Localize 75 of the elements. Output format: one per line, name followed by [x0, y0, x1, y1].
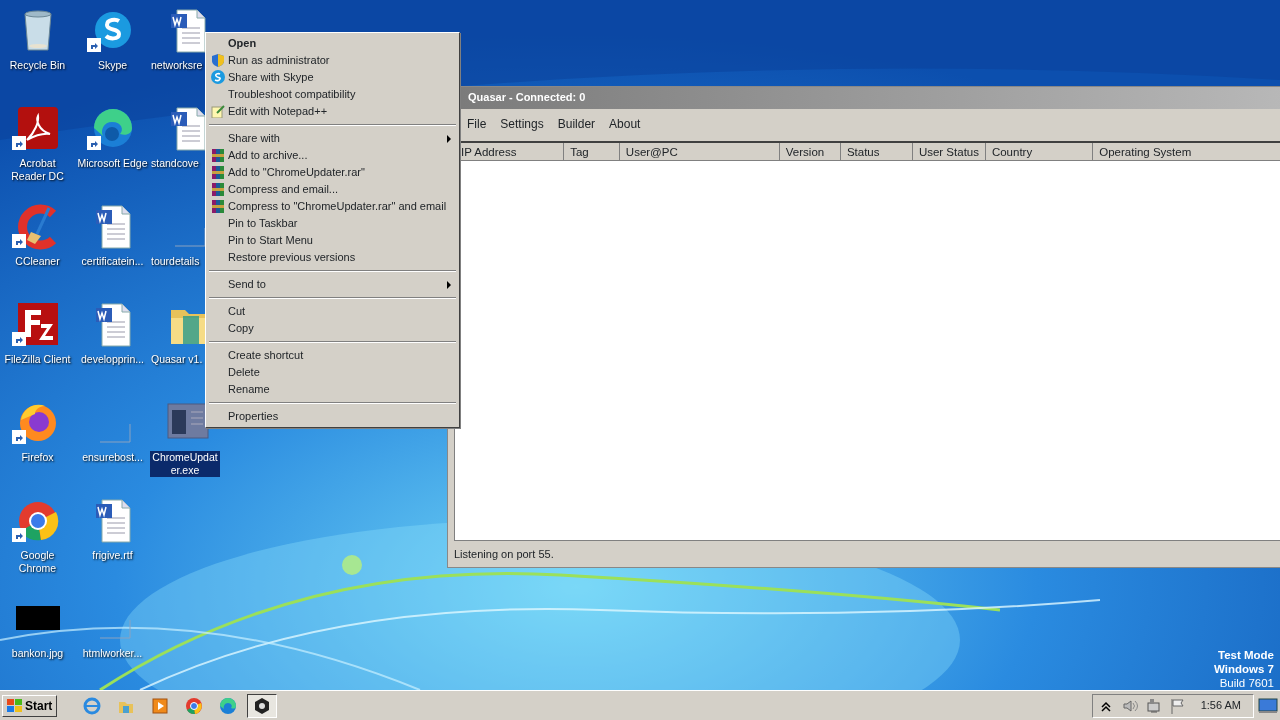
submenu-arrow-icon	[447, 135, 451, 143]
show-desktop-icon[interactable]	[1258, 697, 1278, 714]
menu-item[interactable]: Troubleshoot compatibility	[208, 86, 457, 103]
menu-item[interactable]: Copy	[208, 320, 457, 337]
icon-label[interactable]: bankon.jpg	[10, 647, 65, 660]
menu-bar-item[interactable]: About	[602, 113, 648, 135]
column-header[interactable]: Country	[985, 143, 1094, 161]
menu-item[interactable]: Edit with Notepad++	[208, 103, 457, 120]
menu-item[interactable]: Properties	[208, 408, 457, 425]
icon-label[interactable]: Google Chrome	[0, 549, 75, 575]
column-header[interactable]: Version	[779, 143, 841, 161]
menu-bar-item[interactable]: File	[460, 113, 494, 135]
menu-item[interactable]: Create shortcut	[208, 347, 457, 364]
books-icon	[211, 148, 225, 162]
icon-label[interactable]: Recycle Bin	[8, 59, 67, 72]
menu-bar-item[interactable]: Settings	[493, 113, 551, 135]
shield-icon	[211, 53, 225, 67]
hexagon-app-icon	[253, 696, 272, 715]
books-icon	[211, 182, 225, 196]
menu-item[interactable]: Share with	[208, 130, 457, 147]
icon-label[interactable]: frigive.rtf	[91, 549, 134, 562]
menu-item[interactable]: Compress and email...	[208, 181, 457, 198]
icon-label[interactable]: Microsoft Edge	[76, 157, 149, 170]
icon-label[interactable]: htmlworker...	[81, 647, 144, 660]
icon-label[interactable]: Skype	[96, 59, 129, 72]
os-info-text: Build 7601	[1218, 676, 1274, 690]
icon-label[interactable]: Quasar v1.	[150, 353, 204, 366]
icon-label[interactable]: Acrobat Reader DC	[0, 157, 75, 183]
icon-label[interactable]: developprin...	[79, 353, 145, 366]
start-button[interactable]: Start	[2, 694, 58, 717]
clock[interactable]: 1:56 AM	[1192, 697, 1249, 714]
flag-icon[interactable]	[1168, 697, 1187, 714]
menu-bar-item[interactable]: Builder	[550, 113, 603, 135]
column-header[interactable]: Operating System	[1093, 143, 1280, 161]
taskbar-button[interactable]	[247, 693, 278, 718]
column-header[interactable]: User Status	[912, 143, 986, 161]
notepad-icon	[211, 104, 225, 118]
menu-item[interactable]: Compress to "ChromeUpdater.rar" and email	[208, 198, 457, 215]
menu-item[interactable]: Add to "ChromeUpdater.rar"	[208, 164, 457, 181]
os-info-text: Windows 7	[1214, 662, 1274, 676]
status-text: Listening on port 55.	[453, 547, 555, 562]
menu-item[interactable]: Send to	[208, 276, 457, 293]
menu-item[interactable]: Delete	[208, 364, 457, 381]
books-icon	[211, 165, 225, 179]
submenu-arrow-icon	[447, 281, 451, 289]
icon-label[interactable]: certificatein...	[80, 255, 145, 268]
books-icon	[211, 199, 225, 213]
browser-icon	[185, 696, 204, 715]
column-header[interactable]: User@PC	[619, 143, 780, 161]
browser-icon	[219, 696, 238, 715]
menu-item[interactable]: Rename	[208, 381, 457, 398]
menu-item[interactable]: Cut	[208, 303, 457, 320]
icon-label[interactable]: ChromeUpdater.exe	[150, 451, 220, 477]
menu-item[interactable]: Share with Skype	[208, 69, 457, 86]
menu-item[interactable]: Restore previous versions	[208, 249, 457, 266]
network-icon[interactable]	[1144, 697, 1163, 714]
icon-label[interactable]: standcove	[150, 157, 200, 170]
column-header[interactable]: Status	[840, 143, 913, 161]
icon-label[interactable]: FileZilla Client	[3, 353, 72, 366]
media-player-icon	[151, 696, 170, 715]
icon-label[interactable]: tourdetails	[150, 255, 201, 268]
menu-item[interactable]: Open	[208, 35, 457, 52]
menu-item[interactable]: Add to archive...	[208, 147, 457, 164]
icon-label[interactable]: ensurebost...	[81, 451, 144, 464]
menu-item[interactable]: Run as administrator	[208, 52, 457, 69]
icon-label[interactable]: networksre	[150, 59, 204, 72]
icon-label[interactable]: Firefox	[20, 451, 55, 464]
column-header[interactable]: Tag	[564, 143, 620, 161]
icon-label[interactable]: CCleaner	[14, 255, 61, 268]
menu-item[interactable]: Pin to Taskbar	[208, 215, 457, 232]
start-logo-icon	[7, 698, 23, 713]
os-info-text: Test Mode	[1217, 648, 1274, 662]
skype-icon	[211, 70, 225, 84]
browser-icon	[83, 696, 102, 715]
menu-item[interactable]: Pin to Start Menu	[208, 232, 457, 249]
